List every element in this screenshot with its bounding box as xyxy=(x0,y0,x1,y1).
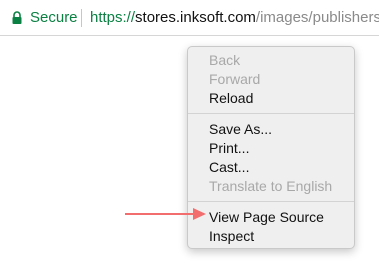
secure-label: Secure xyxy=(30,9,78,26)
menu-item-print[interactable]: Print... xyxy=(209,140,249,156)
menu-item-translate[interactable]: Translate to English xyxy=(209,178,332,194)
url-text[interactable]: https://stores.inksoft.com/images/publis… xyxy=(90,9,379,26)
menu-item-save-as[interactable]: Save As... xyxy=(209,121,272,137)
lock-icon xyxy=(12,11,22,24)
url-scheme: https:// xyxy=(90,9,136,26)
menu-divider xyxy=(188,113,354,114)
url-host: stores.inksoft.com xyxy=(135,9,256,26)
address-bar[interactable]: Secure https://stores.inksoft.com/images… xyxy=(0,0,379,36)
menu-item-inspect[interactable]: Inspect xyxy=(209,228,254,244)
menu-item-back[interactable]: Back xyxy=(209,52,240,68)
menu-item-reload[interactable]: Reload xyxy=(209,90,253,106)
menu-item-cast[interactable]: Cast... xyxy=(209,159,249,175)
menu-item-forward[interactable]: Forward xyxy=(209,71,260,87)
menu-item-view-page-source[interactable]: View Page Source xyxy=(209,209,324,225)
address-separator xyxy=(81,9,82,27)
arrow-pointer-icon xyxy=(125,208,206,220)
context-menu: Back Forward Reload Save As... Print... … xyxy=(187,46,355,249)
menu-divider xyxy=(188,201,354,202)
url-path: /images/publishers/ xyxy=(255,9,379,26)
